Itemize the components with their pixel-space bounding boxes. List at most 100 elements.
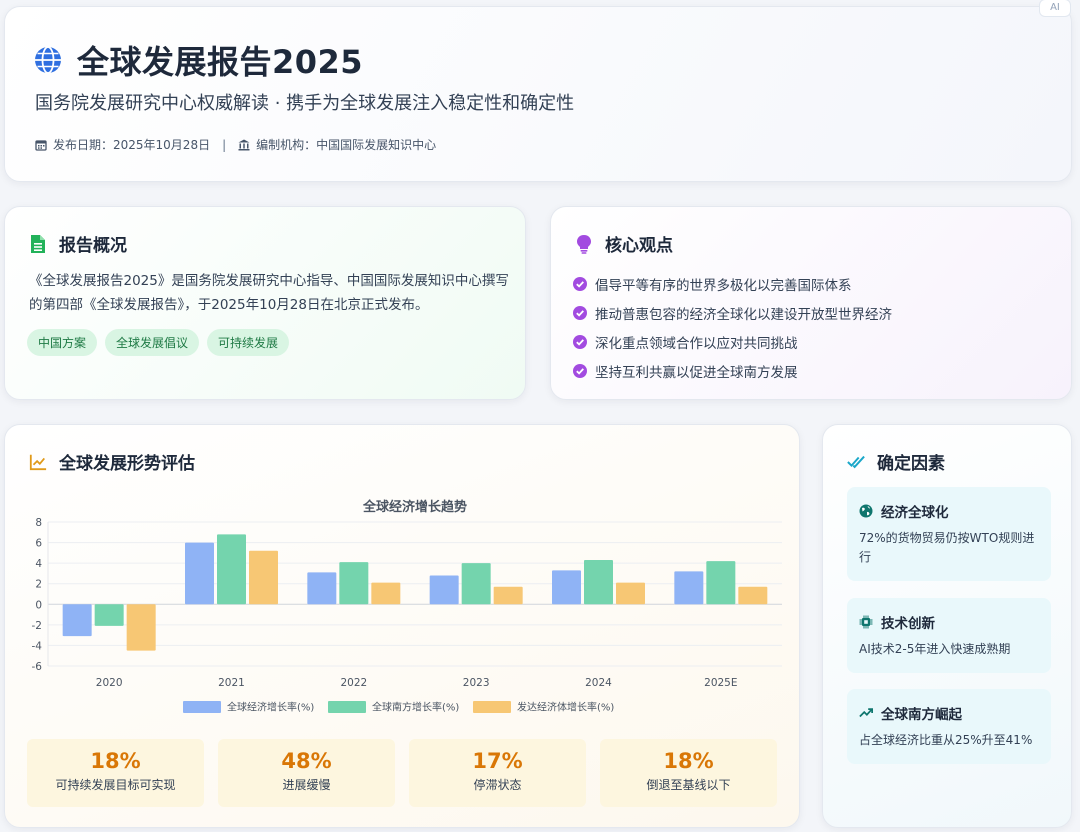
x-tick-label: 2024 <box>585 677 612 689</box>
bar-2021-s1 <box>217 534 246 605</box>
factor-item: 全球南方崛起 占全球经济比重从25%升至41% <box>847 689 1051 764</box>
bar-2022-s1 <box>339 562 369 605</box>
stat-card: 18% 倒退至基线以下 <box>600 739 777 807</box>
bar-2023-s2 <box>493 586 523 605</box>
factor-desc: 72%的货物贸易仍按WTO规则进行 <box>859 531 1035 564</box>
x-tick-label: 2020 <box>96 677 123 689</box>
stat-label: 停滞状态 <box>473 778 522 792</box>
factor-item: 技术创新 AI技术2-5年进入快速成熟期 <box>847 598 1051 673</box>
meta-separator: | <box>222 137 227 152</box>
x-tick-label: 2021 <box>218 677 245 689</box>
core-views-card: 核心观点 倡导平等有序的世界多极化以完善国际体系 推动普惠包容的经济全球化以建设… <box>550 206 1072 400</box>
x-tick-label: 2022 <box>340 677 367 689</box>
stat-card: 48% 进展缓慢 <box>218 739 395 807</box>
stat-value: 18% <box>663 749 714 773</box>
globe-icon <box>35 46 61 74</box>
factor-title: 经济全球化 <box>881 505 949 521</box>
document-icon <box>31 234 45 253</box>
institution-icon <box>238 139 250 150</box>
legend-swatch <box>183 701 221 713</box>
trend-card: 全球发展形势评估 全球经济增长趋势 8 6 4 2 0 -2 -4 -6 2020 2021 2022… <box>4 424 800 828</box>
check-circle-icon <box>573 276 587 291</box>
stat-value: 18% <box>90 749 141 773</box>
stat-label: 可持续发展目标可实现 <box>55 778 176 792</box>
sdg-stats: 18% 可持续发展目标可实现 48% 进展缓慢 17% 停滞状态 18% 倒退至… <box>27 739 777 807</box>
stat-value: 17% <box>472 749 523 773</box>
bar-2022-s2 <box>371 582 401 605</box>
page-title: 全球发展报告2025 <box>77 43 364 81</box>
core-views-title: 核心观点 <box>605 236 673 256</box>
list-item: 坚持互利共赢以促进全球南方发展 <box>573 356 892 385</box>
bar-2022-s0 <box>307 572 337 605</box>
y-tick-label: 6 <box>35 538 42 550</box>
x-tick-label: 2025E <box>704 677 737 689</box>
bar-2020-s0 <box>62 604 92 637</box>
y-tick-label: 4 <box>35 558 42 570</box>
factor-item: 经济全球化 72%的货物贸易仍按WTO规则进行 <box>847 487 1051 581</box>
check-circle-icon <box>573 334 587 349</box>
factor-title: 全球南方崛起 <box>881 707 962 723</box>
trend-up-icon <box>859 708 873 718</box>
legend-swatch <box>328 701 366 713</box>
stat-card: 18% 可持续发展目标可实现 <box>27 739 204 807</box>
core-point-text: 倡导平等有序的世界多极化以完善国际体系 <box>595 277 852 294</box>
bar-2024-s1 <box>584 560 613 605</box>
bar-2025E-s2 <box>738 586 768 605</box>
tag-chip[interactable]: 可持续发展 <box>207 329 290 356</box>
overview-text: 《全球发展报告2025》是国务院发展研究中心指导、中国国际发展知识中心撰写的第四… <box>29 273 509 313</box>
globe-icon <box>859 504 873 518</box>
publish-date: 发布日期：2025年10月28日 <box>53 138 211 152</box>
tag-chip[interactable]: 全球发展倡议 <box>105 329 200 356</box>
list-item: 深化重点领域合作以应对共同挑战 <box>573 327 892 356</box>
y-tick-label: 0 <box>35 599 42 611</box>
core-points-list: 倡导平等有序的世界多极化以完善国际体系 推动普惠包容的经济全球化以建设开放型世界… <box>573 269 892 385</box>
ai-badge[interactable]: AI <box>1039 0 1071 17</box>
report-meta: 发布日期：2025年10月28日 | 编制机构：中国国际发展知识中心 <box>35 136 436 153</box>
legend-label: 发达经济体增长率(%) <box>517 701 614 714</box>
overview-title: 报告概况 <box>59 236 127 256</box>
factors-title: 确定因素 <box>877 454 945 474</box>
y-tick-label: 2 <box>35 579 42 591</box>
bar-2021-s2 <box>249 550 278 605</box>
stat-value: 48% <box>281 749 332 773</box>
list-item: 推动普惠包容的经济全球化以建设开放型世界经济 <box>573 298 892 327</box>
y-tick-label: -2 <box>32 620 42 632</box>
growth-chart: 全球经济增长趋势 8 6 4 2 0 -2 -4 -6 2020 2021 2022 2023 2024 2… <box>32 499 782 714</box>
legend-swatch <box>473 701 511 713</box>
y-tick-label: 8 <box>35 517 42 529</box>
double-check-icon <box>847 455 865 468</box>
factor-desc: AI技术2-5年进入快速成熟期 <box>859 642 1011 656</box>
chip-icon <box>859 615 873 629</box>
bar-2023-s1 <box>461 563 491 605</box>
bar-2021-s0 <box>185 542 214 605</box>
core-point-text: 坚持互利共赢以促进全球南方发展 <box>595 364 798 381</box>
core-point-text: 深化重点领域合作以应对共同挑战 <box>595 335 798 352</box>
factor-desc: 占全球经济比重从25%升至41% <box>859 733 1033 747</box>
tag-list: 中国方案 全球发展倡议 可持续发展 <box>27 329 290 356</box>
list-item: 倡导平等有序的世界多极化以完善国际体系 <box>573 269 892 298</box>
stat-label: 倒退至基线以下 <box>646 778 731 792</box>
tag-chip[interactable]: 中国方案 <box>27 329 98 356</box>
certainty-factors-card: 确定因素 经济全球化 72%的货物贸易仍按WTO规则进行 技术创新 AI技术2-… <box>822 424 1072 828</box>
overview-card: 报告概况 《全球发展报告2025》是国务院发展研究中心指导、中国国际发展知识中心… <box>4 206 526 400</box>
calendar-icon <box>35 139 47 151</box>
bar-2024-s2 <box>616 582 645 605</box>
legend-label: 全球南方增长率(%) <box>372 701 459 714</box>
lightbulb-icon <box>577 234 591 254</box>
bar-2025E-s0 <box>674 571 704 605</box>
publisher-org: 编制机构：中国国际发展知识中心 <box>256 138 437 152</box>
stat-label: 进展缓慢 <box>282 778 331 792</box>
page-subtitle: 国务院发展研究中心权威解读 · 携手为全球发展注入稳定性和确定性 <box>35 93 575 114</box>
core-point-text: 推动普惠包容的经济全球化以建设开放型世界经济 <box>595 306 892 323</box>
bar-2023-s0 <box>429 575 459 605</box>
x-tick-label: 2023 <box>463 677 490 689</box>
legend-label: 全球经济增长率(%) <box>227 701 314 714</box>
stat-card: 17% 停滞状态 <box>409 739 586 807</box>
report-header: AI 全球发展报告2025 国务院发展研究中心权威解读 · 携手为全球发展注入稳… <box>4 0 1072 182</box>
bar-2020-s1 <box>94 604 124 626</box>
factor-title: 技术创新 <box>881 616 935 632</box>
chart-title: 全球经济增长趋势 <box>362 499 467 515</box>
check-circle-icon <box>573 363 587 378</box>
bar-2025E-s1 <box>706 561 736 605</box>
bar-2020-s2 <box>126 604 156 651</box>
